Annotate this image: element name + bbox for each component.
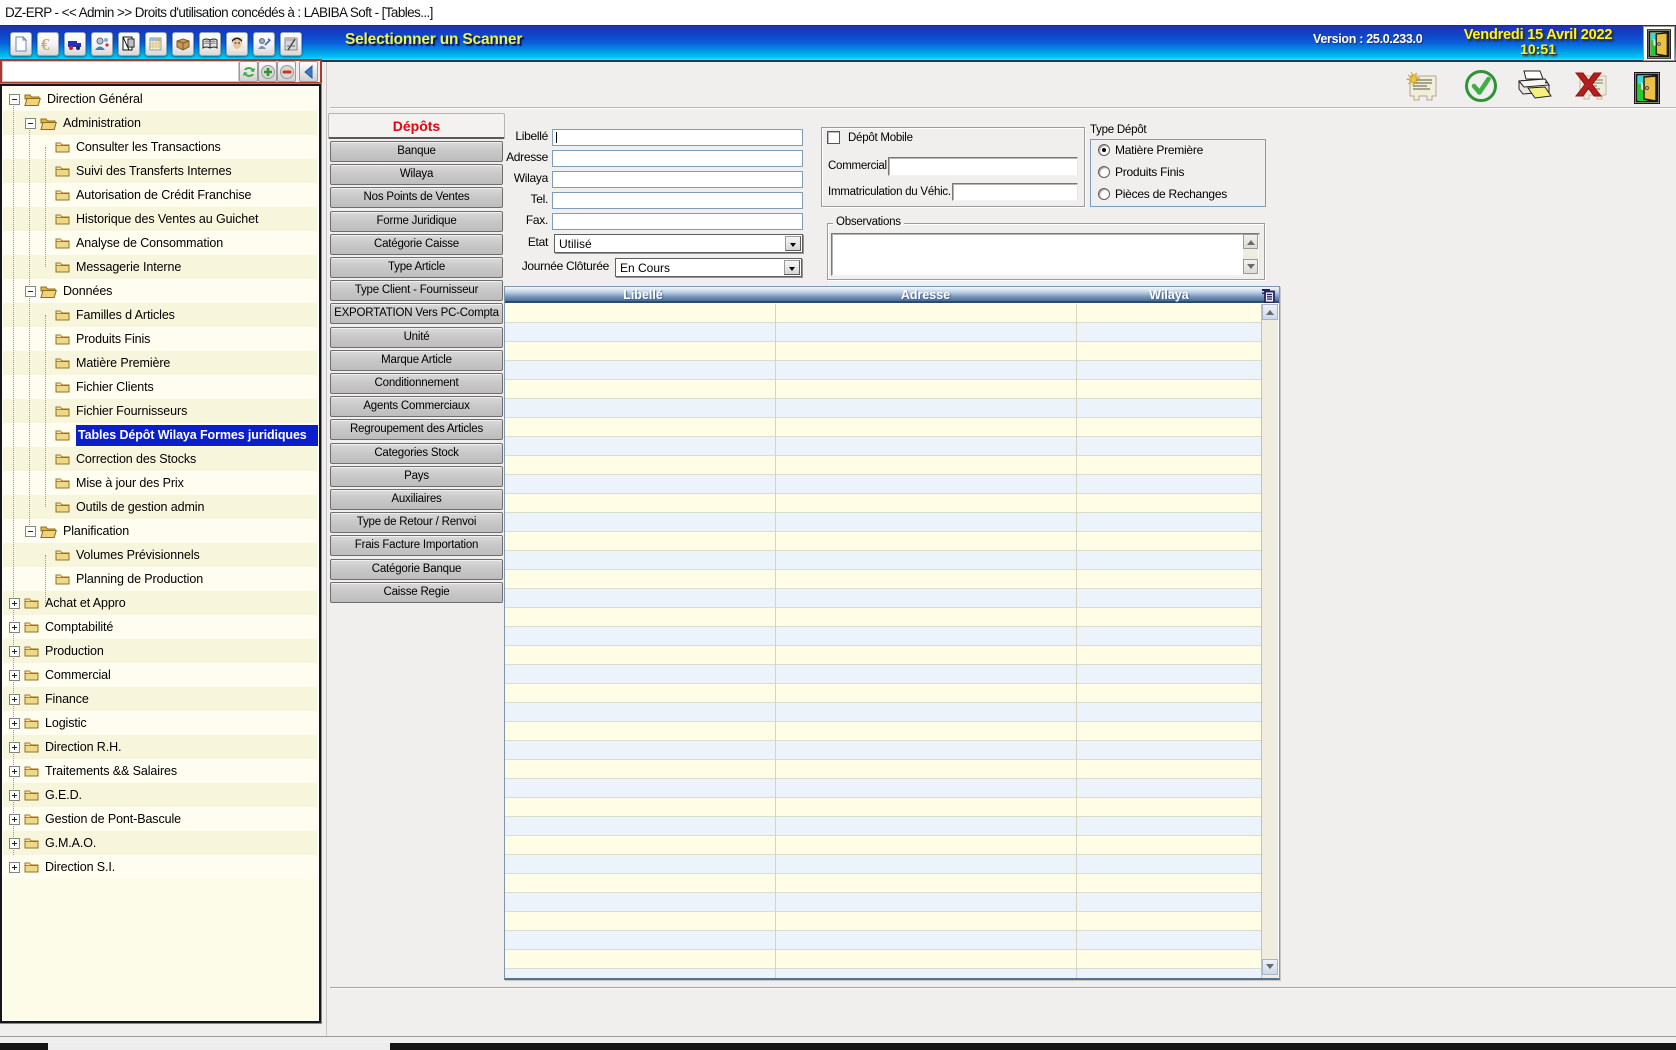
svg-text:€: € (41, 36, 50, 52)
